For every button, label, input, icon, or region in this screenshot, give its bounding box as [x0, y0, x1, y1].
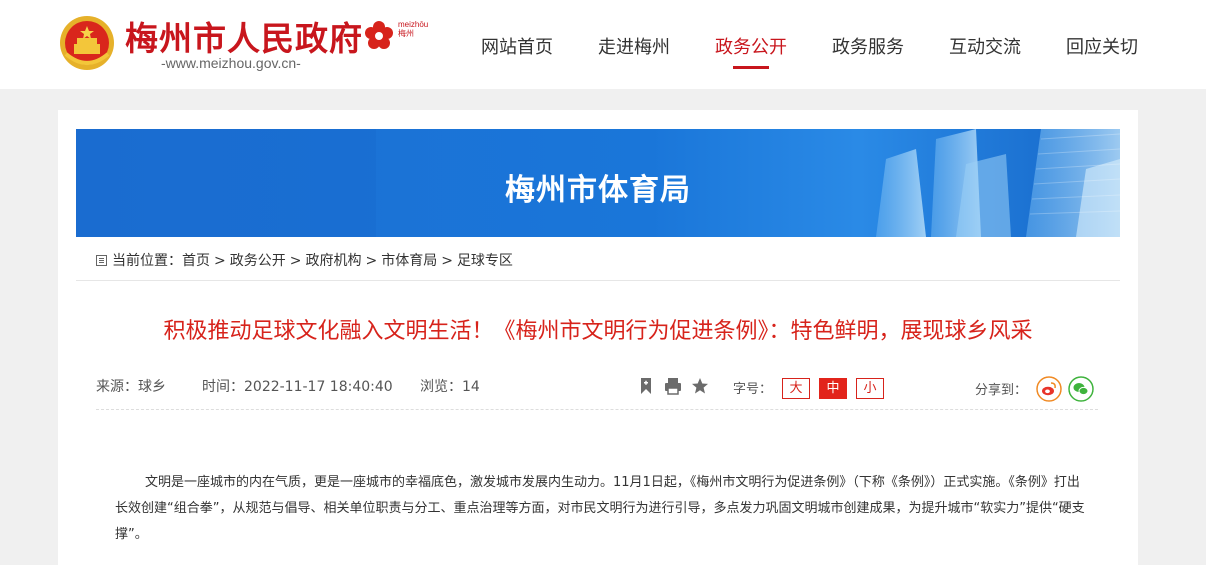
nav-interaction[interactable]: 互动交流: [949, 33, 1021, 59]
bookmark-icon[interactable]: [637, 377, 655, 395]
breadcrumb-prefix: 当前位置：: [112, 253, 182, 269]
breadcrumb-divider: [76, 280, 1120, 281]
flower-logo-icon: [365, 21, 393, 49]
site-header: 梅州市人民政府 -www.meizhou.gov.cn- meizhōu 梅州 …: [0, 0, 1206, 89]
breadcrumb-separator: >: [289, 253, 302, 269]
font-size-label: 字号：: [733, 382, 773, 397]
weibo-icon[interactable]: [1036, 376, 1062, 402]
breadcrumb-government-affairs-open[interactable]: 政务公开: [230, 253, 286, 269]
article-body: 文明是一座城市的内在气质，更是一座城市的幸福底色，激发城市发展内生动力。11月1…: [115, 475, 1085, 542]
breadcrumb-football-zone[interactable]: 足球专区: [457, 253, 513, 269]
font-size-small-button[interactable]: 小: [856, 378, 884, 399]
breadcrumb-government-agencies[interactable]: 政府机构: [305, 253, 361, 269]
breadcrumb: 当前位置：首页 > 政务公开 > 政府机构 > 市体育局 > 足球专区: [96, 250, 513, 270]
star-icon[interactable]: [691, 377, 709, 395]
breadcrumb-separator: >: [365, 253, 378, 269]
nav-home[interactable]: 网站首页: [481, 33, 553, 59]
font-size-large-button[interactable]: 大: [782, 378, 810, 399]
article-views: 浏览：14: [420, 379, 480, 395]
banner-title: 梅州市体育局: [505, 173, 691, 208]
breadcrumb-separator: >: [441, 253, 453, 269]
wechat-icon[interactable]: [1068, 376, 1094, 402]
logo-text-latin: meizhōu: [398, 20, 429, 29]
department-banner: 梅州市体育局: [76, 129, 1120, 237]
breadcrumb-separator: >: [214, 253, 226, 269]
article-source: 来源：球乡: [96, 379, 166, 395]
nav-about-meizhou[interactable]: 走进梅州: [598, 33, 670, 59]
print-icon[interactable]: [664, 377, 682, 395]
nav-active-indicator: [733, 66, 769, 69]
site-title[interactable]: 梅州市人民政府: [125, 12, 363, 60]
logo-text: meizhōu 梅州: [398, 20, 428, 38]
national-emblem-icon[interactable]: [58, 14, 116, 72]
nav-government-services[interactable]: 政务服务: [832, 33, 904, 59]
site-url: -www.meizhou.gov.cn-: [161, 55, 301, 71]
meta-divider: [96, 409, 1098, 410]
article-time: 时间：2022-11-17 18:40:40: [202, 379, 393, 395]
breadcrumb-icon: [96, 255, 107, 266]
logo-text-chinese: 梅州: [398, 29, 414, 38]
nav-government-affairs-open[interactable]: 政务公开: [715, 33, 787, 59]
nav-response[interactable]: 回应关切: [1066, 33, 1138, 59]
article-title: 积极推动足球文化融入文明生活！《梅州市文明行为促进条例》：特色鲜明，展现球乡风采: [163, 319, 1033, 344]
breadcrumb-home[interactable]: 首页: [182, 253, 210, 269]
breadcrumb-sports-bureau[interactable]: 市体育局: [381, 253, 437, 269]
font-size-medium-button[interactable]: 中: [819, 378, 847, 399]
share-label: 分享到：: [975, 383, 1028, 398]
